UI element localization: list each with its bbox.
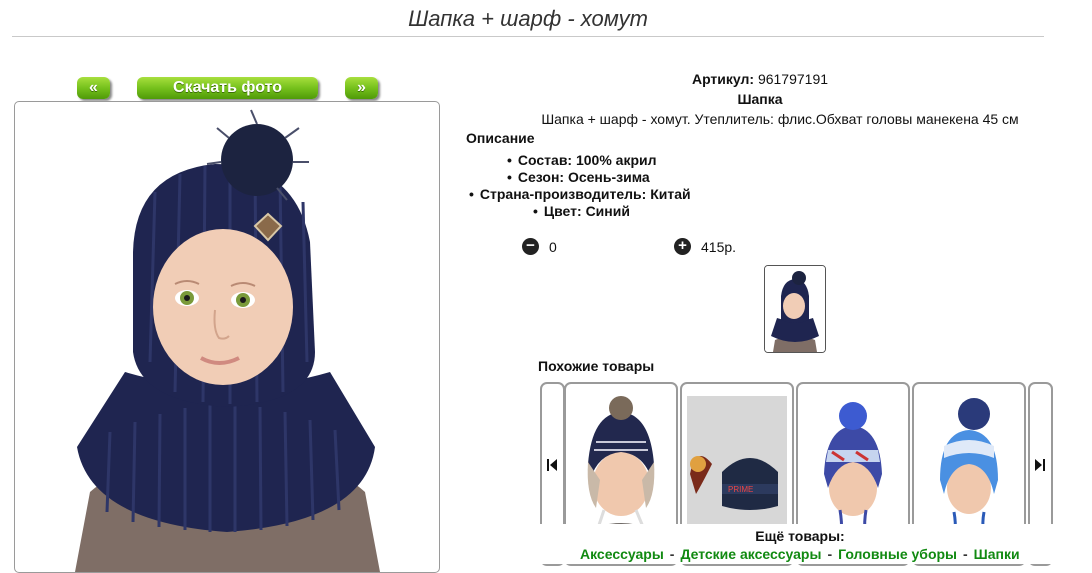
minus-icon: − <box>526 237 535 254</box>
title-divider <box>12 36 1044 37</box>
spec-season: Сезон: Осень-зима <box>507 169 650 185</box>
category-link-accessories[interactable]: Аксессуары <box>580 546 664 562</box>
similar-products-heading: Похожие товары <box>538 358 655 374</box>
category-link-headwear[interactable]: Головные уборы <box>838 546 957 562</box>
plus-icon: + <box>678 237 687 254</box>
article-line: Артикул: 961797191 <box>460 71 1060 87</box>
mannequin-hat-image <box>75 109 380 572</box>
spec-color: Цвет: Синий <box>533 203 630 219</box>
prev-photo-button[interactable]: « <box>77 77 110 99</box>
increase-quantity-button[interactable]: + <box>674 238 691 255</box>
category-links: Аксессуары - Детские аксессуары - Головные у… <box>580 546 1020 562</box>
article-number: 961797191 <box>757 71 829 87</box>
next-photo-button[interactable]: » <box>345 77 378 99</box>
product-thumbnail[interactable] <box>764 265 826 353</box>
article-label: Артикул: <box>691 71 755 87</box>
price-value: 415р. <box>701 239 737 255</box>
product-description: Шапка + шарф - хомут. Утеплитель: флис.О… <box>541 111 1019 127</box>
thumbnail-image <box>765 266 825 352</box>
spec-composition: Состав: 100% акрил <box>507 152 657 168</box>
description-heading: Описание <box>466 130 535 146</box>
link-separator: - <box>963 546 968 562</box>
download-photo-button[interactable]: Скачать фото <box>137 77 318 99</box>
category-link-hats[interactable]: Шапки <box>974 546 1020 562</box>
quantity-value: 0 <box>549 239 557 255</box>
link-separator: - <box>669 546 675 562</box>
skip-next-icon <box>1035 459 1045 471</box>
decrease-quantity-button[interactable]: − <box>522 238 539 255</box>
more-products-section: Ещё товары: Аксессуары - Детские аксессуар… <box>540 524 1060 564</box>
skip-prev-icon <box>547 459 557 471</box>
page-title: Шапка + шарф - хомут <box>408 6 648 31</box>
link-separator: - <box>827 546 833 562</box>
category-link-kids-accessories[interactable]: Детские аксессуары <box>680 546 821 562</box>
svg-text:PRIME: PRIME <box>728 485 753 494</box>
main-product-photo[interactable] <box>14 101 440 573</box>
more-products-heading: Ещё товары: <box>755 528 845 544</box>
spec-country: Страна-производитель: Китай <box>469 186 691 202</box>
product-category: Шапка <box>737 91 783 107</box>
